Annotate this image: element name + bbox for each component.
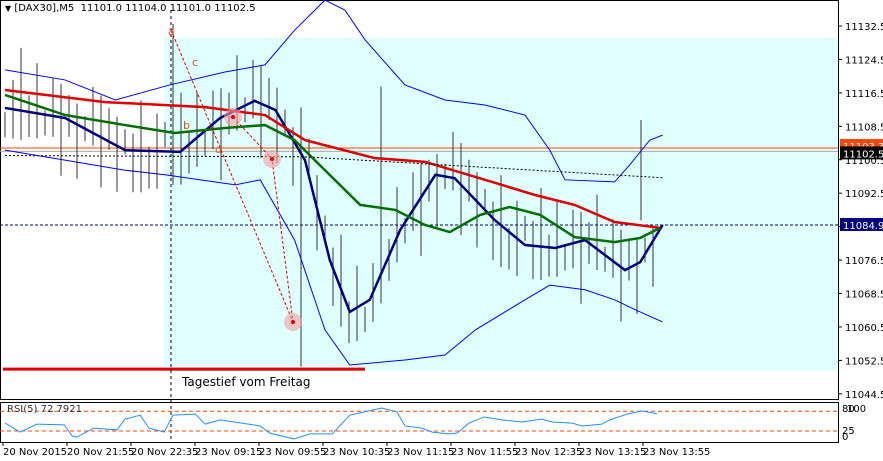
time-tick-label: 23 Nov 09:15 [195,447,262,458]
time-tick-label: 20 Nov 2015 [3,447,67,458]
price-tick-label: 11076.5 [845,256,883,267]
wave-label-c: c [192,56,198,69]
time-tick-label: 20 Nov 21:55 [67,447,134,458]
symbol-label: [DAX30],M5 [14,3,75,14]
price-tick-label: 11044.5 [845,390,883,401]
price-tick-label: 11116.5 [845,89,883,100]
pivot-dot [231,115,235,119]
rsi-axis-label: 100 [847,404,866,415]
pivot-dot [291,320,295,324]
rsi-line [4,407,658,440]
bid-price-label: 11102.5 [843,149,883,160]
level-price-label: 11084.9 [843,221,883,232]
price-tick-label: 11092.5 [845,189,883,200]
time-tick-label: 23 Nov 13:15 [579,447,646,458]
time-tick-label: 23 Nov 11:55 [451,447,518,458]
time-tick-label: 20 Nov 22:35 [131,447,198,458]
price-tick-label: 11068.5 [845,290,883,301]
price-tick-label: 11132.5 [845,22,883,33]
wave-label-d: d [215,143,222,156]
time-tick-label: 23 Nov 12:35 [515,447,582,458]
price-tick-label: 11108.5 [845,122,883,133]
time-tick-label: 23 Nov 13:55 [643,447,710,458]
annotation-text: Tagestief vom Freitag [182,375,311,389]
rsi-panel-frame [0,402,839,443]
time-tick-label: 23 Nov 10:35 [323,447,390,458]
price-tick-label: 11060.5 [845,323,883,334]
price-chart[interactable]: 11132.511124.511116.511108.511100.511092… [0,0,883,461]
chart-header: ▼ [DAX30],M5 11101.0 11104.0 11101.0 111… [5,3,256,14]
pivot-dot [270,157,274,161]
price-tick-label: 11124.5 [845,55,883,66]
chart-window: 11132.5 11124.5 11116.5 11108.5 11100.5 11092… [0,0,883,461]
ohlc-values: 11101.0 11104.0 11101.0 11102.5 [80,3,256,14]
wave-label-b: b [183,119,190,132]
rsi-axis-label: 0 [842,432,848,443]
wave-label-a: a [168,25,175,38]
time-tick-label: 23 Nov 09:55 [259,447,326,458]
price-tick-label: 11052.5 [845,356,883,367]
dropdown-triangle-icon[interactable]: ▼ [5,4,11,13]
time-tick-label: 23 Nov 11:15 [387,447,454,458]
rsi-label: RSI(5) 72.7921 [7,404,82,415]
